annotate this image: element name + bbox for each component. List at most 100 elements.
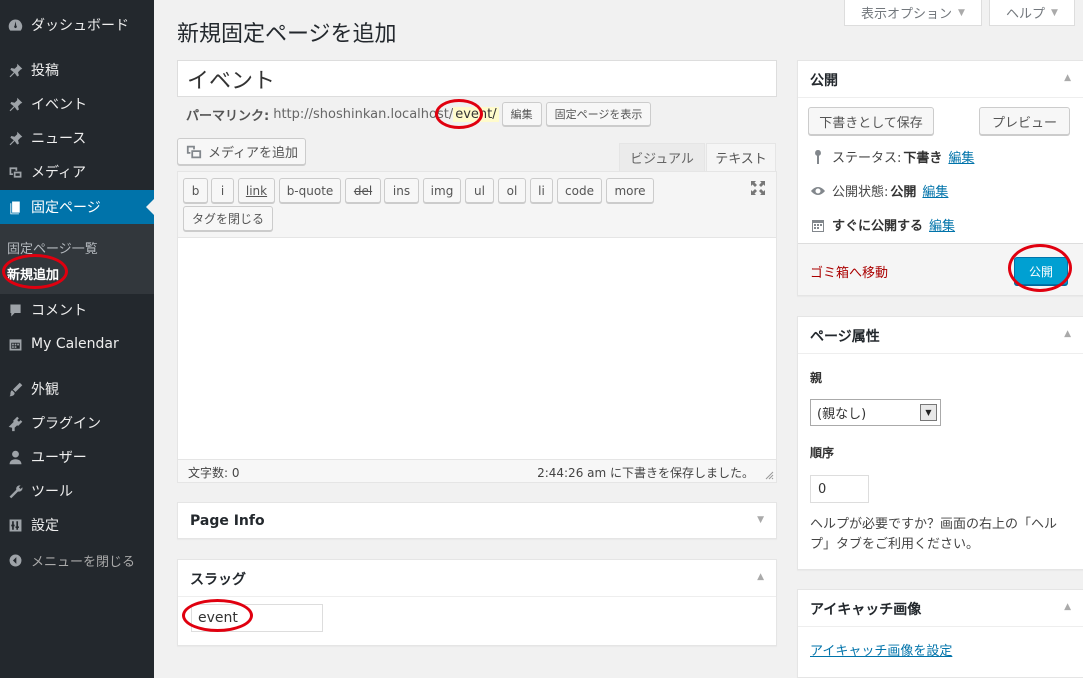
sidebar-item-label: メディア xyxy=(31,165,87,181)
sidebar-item-events[interactable]: イベント xyxy=(0,87,154,121)
qt-close-tags-button[interactable]: タグを閉じる xyxy=(183,206,273,231)
sidebar-item-news[interactable]: ニュース xyxy=(0,121,154,155)
screen-options-button[interactable]: 表示オプション ▼ xyxy=(844,0,982,26)
resize-handle-icon[interactable] xyxy=(764,470,774,480)
qt-ol-button[interactable]: ol xyxy=(498,178,526,203)
set-featured-image-link[interactable]: アイキャッチ画像を設定 xyxy=(810,640,952,659)
featured-image-box: アイキャッチ画像 ▲ アイキャッチ画像を設定 xyxy=(797,589,1083,678)
permalink-slug[interactable]: event/ xyxy=(453,106,499,122)
sidebar-item-media[interactable]: メディア xyxy=(0,155,154,189)
quicktags-toolbar: b i link b-quote del ins img ul ol li co… xyxy=(178,172,776,238)
qt-code-button[interactable]: code xyxy=(557,178,602,203)
qt-li-button[interactable]: li xyxy=(530,178,553,203)
tab-visual[interactable]: ビジュアル xyxy=(619,143,705,171)
submenu-all-pages[interactable]: 固定ページ一覧 xyxy=(7,238,98,257)
sidebar-item-dashboard[interactable]: ダッシュボード xyxy=(0,8,154,42)
visibility-label: 公開状態: xyxy=(832,185,889,200)
text-editor: b i link b-quote del ins img ul ol li co… xyxy=(177,171,777,483)
sidebar-item-comments[interactable]: コメント xyxy=(0,293,154,327)
pin-icon xyxy=(5,94,25,114)
order-value: 0 xyxy=(818,481,827,497)
order-input[interactable]: 0 xyxy=(810,475,869,503)
sidebar-item-label: 設定 xyxy=(31,518,59,534)
page-attributes-title: ページ属性 xyxy=(810,329,880,345)
edit-visibility-link[interactable]: 編集 xyxy=(922,181,948,200)
qt-more-button[interactable]: more xyxy=(606,178,654,203)
caret-down-icon: ▼ xyxy=(958,7,965,18)
brush-icon xyxy=(5,379,25,399)
view-page-button[interactable]: 固定ページを表示 xyxy=(545,102,652,126)
comment-icon xyxy=(5,300,25,320)
collapse-arrow-icon xyxy=(5,550,25,570)
toggle-up-icon[interactable]: ▲ xyxy=(1064,602,1071,612)
calendar-icon xyxy=(5,334,25,354)
add-media-label: メディアを追加 xyxy=(207,146,299,161)
autosave-message: 2:44:26 am に下書きを保存しました。 xyxy=(537,466,754,480)
toggle-up-icon[interactable]: ▲ xyxy=(757,572,764,582)
tab-text[interactable]: テキスト xyxy=(706,143,776,171)
order-label: 順序 xyxy=(810,446,835,460)
add-media-button[interactable]: メディアを追加 xyxy=(177,138,306,165)
sidebar-item-posts[interactable]: 投稿 xyxy=(0,53,154,87)
qt-link-button[interactable]: link xyxy=(238,178,275,203)
settings-icon xyxy=(5,515,25,535)
pin-icon xyxy=(5,60,25,80)
divider xyxy=(798,353,1083,354)
help-label: ヘルプ xyxy=(1006,7,1046,22)
qt-bold-button[interactable]: b xyxy=(183,178,208,203)
sidebar-item-label: ニュース xyxy=(31,131,87,147)
sidebar-item-plugins[interactable]: プラグイン xyxy=(0,406,154,440)
pin-icon xyxy=(815,149,821,164)
schedule-row: すぐに公開する 編集 xyxy=(810,215,955,234)
slug-box-title: スラッグ xyxy=(190,572,246,588)
page-info-box: Page Info ▼ xyxy=(177,502,777,539)
plugin-icon xyxy=(5,413,25,433)
toggle-down-icon[interactable]: ▼ xyxy=(757,515,764,525)
qt-ins-button[interactable]: ins xyxy=(384,178,419,203)
pages-icon xyxy=(5,197,25,217)
sidebar-item-users[interactable]: ユーザー xyxy=(0,440,154,474)
publish-actions: ゴミ箱へ移動 公開 xyxy=(798,243,1083,295)
toggle-up-icon[interactable]: ▲ xyxy=(1064,73,1071,83)
sidebar-item-label: ユーザー xyxy=(31,450,87,466)
edit-status-link[interactable]: 編集 xyxy=(948,147,974,166)
qt-bquote-button[interactable]: b-quote xyxy=(279,178,341,203)
qt-ul-button[interactable]: ul xyxy=(465,178,494,203)
edit-permalink-button[interactable]: 編集 xyxy=(501,102,542,126)
media-icon xyxy=(186,145,202,158)
slug-input[interactable] xyxy=(191,604,323,632)
submenu-add-new[interactable]: 新規追加 xyxy=(7,264,59,283)
qt-italic-button[interactable]: i xyxy=(211,178,234,203)
slug-box: スラッグ ▲ xyxy=(177,559,777,646)
qt-del-button[interactable]: del xyxy=(345,178,381,203)
toggle-up-icon[interactable]: ▲ xyxy=(1064,329,1071,339)
move-to-trash-link[interactable]: ゴミ箱へ移動 xyxy=(810,262,888,281)
qt-img-button[interactable]: img xyxy=(423,178,461,203)
chevron-down-icon: ▼ xyxy=(920,404,937,421)
post-title-input[interactable] xyxy=(177,60,777,97)
preview-button[interactable]: プレビュー xyxy=(979,107,1070,135)
sidebar-item-pages[interactable]: 固定ページ xyxy=(0,190,154,224)
sidebar-item-settings[interactable]: 設定 xyxy=(0,508,154,542)
sidebar-item-appearance[interactable]: 外観 xyxy=(0,372,154,406)
eye-icon xyxy=(811,186,825,195)
divider xyxy=(798,97,1083,98)
parent-select[interactable]: (親なし) ▼ xyxy=(810,399,941,426)
sidebar-item-label: ダッシュボード xyxy=(31,18,129,34)
help-button[interactable]: ヘルプ ▼ xyxy=(989,0,1075,26)
caret-down-icon: ▼ xyxy=(1051,7,1058,18)
divider xyxy=(798,626,1083,627)
sidebar-item-my-calendar[interactable]: My Calendar xyxy=(0,327,154,361)
collapse-menu-button[interactable]: メニューを閉じる xyxy=(0,543,154,577)
publish-button[interactable]: 公開 xyxy=(1014,257,1068,285)
save-draft-button[interactable]: 下書きとして保存 xyxy=(808,107,934,135)
sidebar-item-tools[interactable]: ツール xyxy=(0,474,154,508)
collapse-menu-label: メニューを閉じる xyxy=(31,554,136,570)
fullscreen-icon[interactable] xyxy=(750,180,766,196)
edit-schedule-link[interactable]: 編集 xyxy=(929,215,955,234)
calendar-icon xyxy=(812,219,824,232)
sidebar-item-label: 投稿 xyxy=(31,63,59,79)
word-count: 文字数: 0 xyxy=(188,466,240,480)
publish-box-title: 公開 xyxy=(810,73,838,89)
page-title: 新規固定ページを追加 xyxy=(177,22,397,47)
